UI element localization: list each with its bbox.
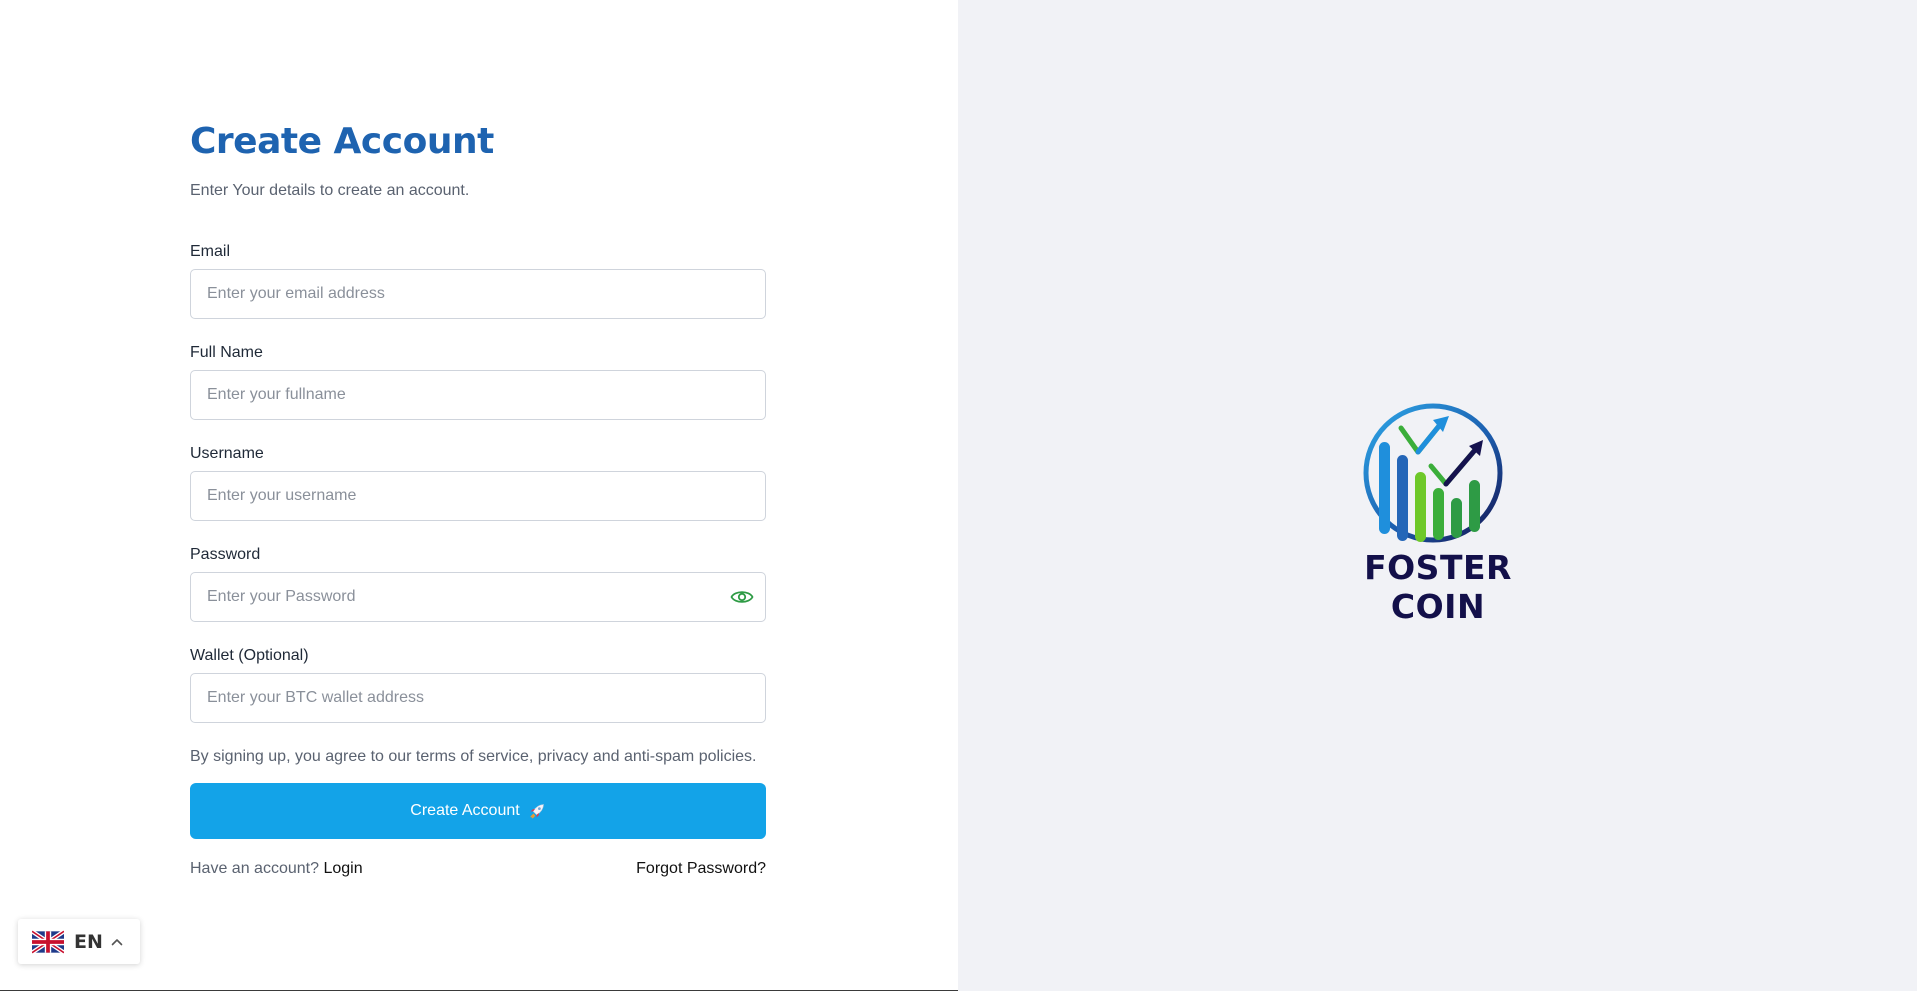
- wallet-label: Wallet (Optional): [190, 647, 309, 664]
- password-label: Password: [190, 546, 261, 563]
- page-title: Create Account: [190, 121, 494, 162]
- password-field-group: Password: [190, 545, 766, 622]
- brand-logo: FOSTER COIN: [1313, 400, 1563, 626]
- username-input[interactable]: [191, 472, 765, 520]
- uk-flag-icon: [32, 929, 64, 954]
- signup-form: Create Account Enter Your details to cre…: [190, 118, 766, 880]
- password-input-box: [190, 572, 766, 622]
- email-label: Email: [190, 243, 231, 260]
- brand-name: FOSTER COIN: [1364, 548, 1512, 626]
- username-field-group: Username: [190, 444, 766, 521]
- username-input-box: [190, 471, 766, 521]
- chart-growth-logo: [1363, 403, 1503, 543]
- fullname-input-box: [190, 370, 766, 420]
- fullname-field-group: Full Name: [190, 343, 766, 420]
- page-subtitle: Enter Your details to create an account.: [190, 182, 470, 199]
- create-account-label: Create Account: [410, 802, 520, 819]
- username-label: Username: [190, 445, 264, 462]
- terms-text: By signing up, you agree to our terms of…: [190, 748, 757, 765]
- forgot-password-link[interactable]: Forgot Password?: [636, 858, 766, 880]
- rocket-icon: [530, 804, 544, 819]
- eye-icon[interactable]: [730, 587, 754, 607]
- have-account-text: Have an account?: [190, 860, 319, 877]
- fullname-label: Full Name: [190, 344, 263, 361]
- wallet-input[interactable]: [191, 674, 765, 722]
- email-input-box: [190, 269, 766, 319]
- login-prompt: Have an account? Login: [190, 858, 363, 880]
- language-code: EN: [74, 930, 103, 953]
- email-field-group: Email: [190, 242, 766, 319]
- wallet-field-group: Wallet (Optional): [190, 646, 766, 723]
- password-input[interactable]: [191, 573, 765, 621]
- login-link[interactable]: Login: [323, 860, 362, 877]
- create-account-button[interactable]: Create Account: [190, 783, 766, 839]
- signup-panel: Create Account Enter Your details to cre…: [0, 0, 958, 991]
- language-switcher[interactable]: EN: [18, 919, 140, 964]
- email-input[interactable]: [191, 270, 765, 318]
- fullname-input[interactable]: [191, 371, 765, 419]
- chevron-up-icon: [111, 938, 123, 945]
- auth-links: Have an account? Login Forgot Password?: [190, 858, 766, 880]
- wallet-input-box: [190, 673, 766, 723]
